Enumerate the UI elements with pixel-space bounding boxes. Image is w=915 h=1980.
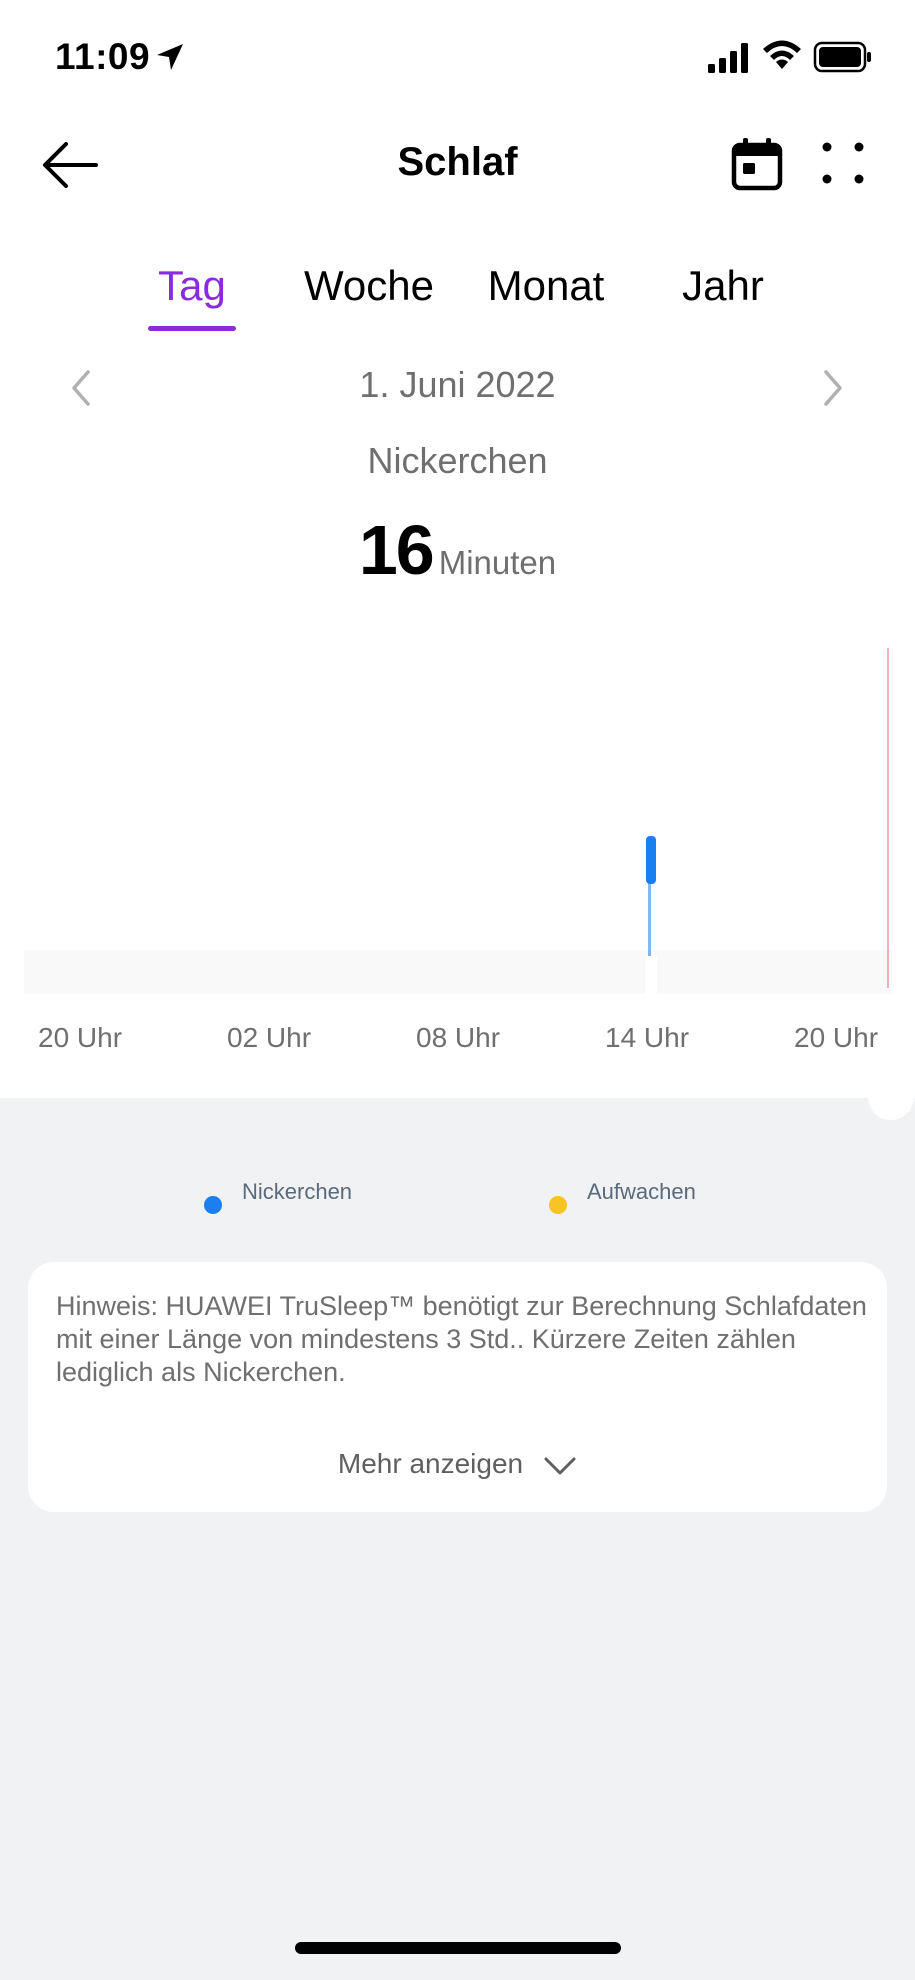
status-time: 11:09	[55, 36, 151, 77]
x-tick-label: 20 Uhr	[38, 1022, 123, 1053]
nap-bar	[646, 836, 656, 884]
legend-label: Nickerchen	[242, 1179, 353, 1204]
legend-dot	[549, 1196, 567, 1214]
chevron-right-icon[interactable]	[814, 368, 850, 408]
nap-bar-gap	[645, 956, 657, 996]
sleep-chart-plot	[24, 648, 892, 996]
metric-label: Nickerchen	[367, 440, 548, 481]
cellular-signal-icon	[708, 43, 748, 73]
legend-dot	[204, 1196, 222, 1214]
selected-date: 1. Juni 2022	[359, 364, 556, 405]
x-tick-label: 14 Uhr	[605, 1022, 690, 1053]
legend-label: Aufwachen	[587, 1179, 696, 1204]
chevron-down-icon	[544, 1457, 576, 1475]
metric-unit: Minuten	[438, 544, 557, 581]
metric-value: 16	[358, 511, 435, 589]
x-tick-label: 08 Uhr	[416, 1022, 501, 1053]
chart-baseline-band	[24, 950, 892, 994]
tab-day[interactable]: Tag	[148, 262, 236, 310]
status-bar: 11:09	[0, 0, 915, 110]
sheet-notch	[840, 1050, 915, 1120]
more-options-icon[interactable]	[818, 138, 868, 188]
navigation-bar: Schlaf	[0, 120, 915, 210]
info-card: Hinweis: HUAWEI TruSleep™ benötigt zur B…	[28, 1262, 887, 1512]
location-arrow-icon	[157, 44, 183, 70]
home-indicator	[295, 1942, 621, 1954]
battery-icon	[813, 41, 871, 73]
date-navigator: 1. Juni 2022	[0, 360, 915, 416]
info-text: Hinweis: HUAWEI TruSleep™ benötigt zur B…	[56, 1291, 867, 1387]
x-tick-label: 02 Uhr	[227, 1022, 312, 1053]
period-tabs: Tag Woche Monat Jahr	[0, 262, 915, 332]
tab-year[interactable]: Jahr	[672, 262, 774, 310]
wifi-icon	[763, 40, 801, 69]
calendar-icon[interactable]	[730, 136, 784, 192]
tab-month[interactable]: Monat	[478, 262, 614, 310]
nap-bar-stem	[648, 880, 651, 962]
tab-week[interactable]: Woche	[295, 262, 443, 310]
metric-value-row: 16 Minuten	[0, 510, 915, 590]
show-more-label: Mehr anzeigen	[337, 1448, 524, 1479]
active-tab-indicator	[148, 326, 236, 331]
sleep-chart: 20 Uhr 02 Uhr 08 Uhr 14 Uhr 20 Uhr	[0, 640, 915, 1070]
show-more-button[interactable]: Mehr anzeigen	[28, 1448, 887, 1480]
